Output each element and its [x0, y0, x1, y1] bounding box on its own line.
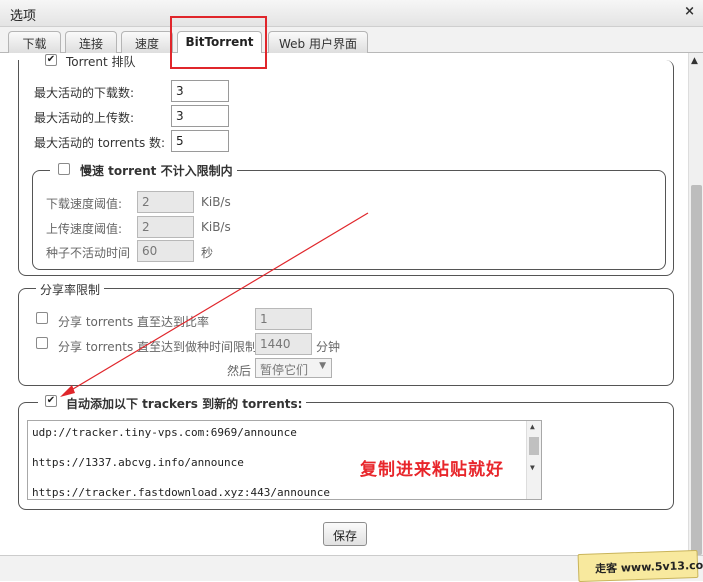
then-action-value: 暂停它们	[260, 363, 309, 377]
inactive-time-unit: 秒	[201, 246, 214, 260]
torrent-queue-checkbox[interactable]: ✔	[45, 54, 57, 66]
slow-torrents-legend: 慢速 torrent 不计入限制内	[76, 162, 237, 179]
max-active-torrents-label: 最大活动的 torrents 数:	[34, 136, 166, 150]
tab-bar: 下载 连接 速度 BitTorrent Web 用户界面	[0, 27, 703, 54]
tracker-line: https://1337.abcvg.info/announce	[32, 456, 244, 469]
site-watermark: 走客 www.5v13.com	[577, 549, 703, 582]
upload-threshold-input[interactable]	[137, 216, 194, 238]
tab-connection[interactable]: 连接	[65, 31, 117, 53]
watermark-text: 走客 www.5v13.com	[594, 558, 703, 576]
save-button[interactable]: 保存	[323, 522, 367, 546]
tab-webui[interactable]: Web 用户界面	[268, 31, 368, 53]
tab-download-label: 下载	[22, 37, 47, 51]
trackers-checkbox[interactable]: ✔	[45, 395, 57, 407]
scroll-thumb[interactable]	[691, 185, 702, 555]
tab-download[interactable]: 下载	[8, 31, 61, 53]
scroll-up-icon[interactable]: ▲	[530, 422, 535, 431]
upload-threshold-label: 上传速度阈值:	[46, 222, 123, 236]
tracker-line: udp://tracker.tiny-vps.com:6969/announce	[32, 426, 297, 439]
seed-time-unit: 分钟	[316, 340, 341, 354]
slow-torrents-checkbox[interactable]	[58, 163, 70, 175]
max-active-uploads-label: 最大活动的上传数:	[34, 111, 135, 125]
tracker-line: https://tracker.fastdownload.xyz:443/ann…	[32, 486, 331, 499]
max-active-torrents-input[interactable]	[171, 130, 229, 152]
tab-speed[interactable]: 速度	[121, 31, 173, 53]
tab-webui-label: Web 用户界面	[279, 37, 357, 51]
chevron-down-icon: ▼	[319, 361, 326, 371]
textarea-scrollbar[interactable]: ▲ ▼	[526, 421, 541, 499]
then-label: 然后	[227, 364, 252, 378]
ratio-input[interactable]	[255, 308, 312, 330]
options-content: ✔ Torrent 排队 最大活动的下载数: 最大活动的上传数: 最大活动的 t…	[0, 53, 688, 555]
paste-annotation: 复制进来粘贴就好	[360, 460, 504, 480]
download-threshold-input[interactable]	[137, 191, 194, 213]
dialog-title: 选项	[10, 9, 37, 24]
textarea-scroll-thumb[interactable]	[529, 437, 539, 455]
dialog-titlebar: 选项 ×	[0, 0, 703, 27]
max-active-uploads-input[interactable]	[171, 105, 229, 127]
download-threshold-unit: KiB/s	[201, 195, 231, 209]
scroll-up-icon[interactable]: ▲	[691, 56, 698, 66]
max-active-downloads-label: 最大活动的下载数:	[34, 86, 135, 100]
share-ratio-legend: 分享率限制	[36, 281, 105, 298]
share-ratio-group	[18, 288, 674, 386]
inactive-time-label: 种子不活动时间	[46, 246, 131, 260]
tab-speed-label: 速度	[134, 37, 159, 51]
torrent-queue-legend: Torrent 排队	[62, 53, 140, 70]
close-icon[interactable]: ×	[684, 4, 695, 19]
scroll-down-icon[interactable]: ▼	[530, 463, 535, 472]
options-scrollbar[interactable]: ▲	[688, 53, 703, 555]
seed-time-input[interactable]	[255, 333, 312, 355]
then-action-select[interactable]: 暂停它们 ▼	[255, 358, 332, 378]
max-active-downloads-input[interactable]	[171, 80, 229, 102]
tab-connection-label: 连接	[78, 37, 103, 51]
seed-time-checkbox[interactable]	[36, 337, 48, 349]
trackers-legend: 自动添加以下 trackers 到新的 torrents:	[62, 395, 307, 412]
tab-highlight-box	[170, 16, 267, 69]
download-threshold-label: 下载速度阈值:	[46, 197, 123, 211]
ratio-label: 分享 torrents 直至达到比率	[58, 315, 210, 329]
ratio-checkbox[interactable]	[36, 312, 48, 324]
seed-time-label: 分享 torrents 直至达到做种时间限制	[58, 340, 258, 354]
upload-threshold-unit: KiB/s	[201, 220, 231, 234]
inactive-time-input[interactable]	[137, 240, 194, 262]
